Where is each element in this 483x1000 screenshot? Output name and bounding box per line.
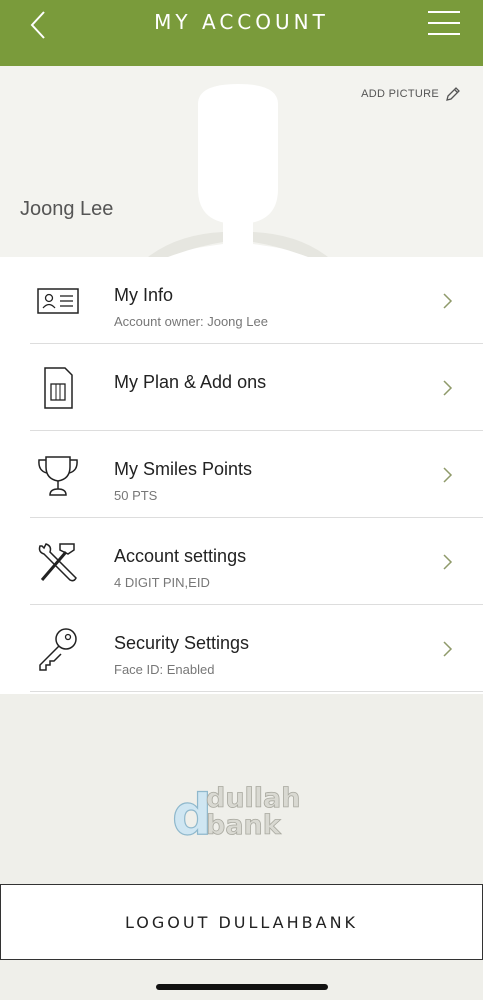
key-icon — [39, 628, 77, 671]
chevron-right-icon — [443, 641, 453, 657]
menu-item-label: My Smiles Points — [114, 459, 253, 479]
chevron-right-icon — [443, 293, 453, 309]
add-picture-label: ADD PICTURE — [361, 88, 439, 100]
profile-header: Joong Lee ADD PICTURE — [0, 66, 483, 257]
menu-item-security-settings[interactable]: Security Settings Face ID: Enabled — [0, 605, 483, 692]
menu-item-label: Account settings — [114, 546, 247, 566]
menu-item-subtitle: 4 DIGIT PIN,EID — [114, 575, 210, 590]
menu-item-subtitle: Face ID: Enabled — [114, 662, 215, 677]
menu-item-label: My Plan & Add ons — [114, 372, 267, 392]
chevron-right-icon — [443, 554, 453, 570]
tools-icon — [38, 543, 77, 582]
menu-item-subtitle: 50 PTS — [114, 488, 158, 503]
page-title: MY ACCOUNT — [154, 10, 329, 34]
menu-item-my-plan[interactable]: My Plan & Add ons — [0, 344, 483, 431]
watermark-line2: bank — [206, 810, 282, 840]
home-indicator — [156, 984, 328, 990]
menu-item-my-info[interactable]: My Info Account owner: Joong Lee — [0, 257, 483, 344]
menu-item-label: Security Settings — [114, 633, 250, 653]
logout-button[interactable]: LOGOUT DULLAHBANK — [0, 884, 483, 960]
trophy-icon — [38, 456, 78, 496]
avatar-placeholder[interactable] — [138, 84, 338, 257]
logout-label: LOGOUT DULLAHBANK — [124, 913, 359, 932]
account-menu-list: My Info Account owner: Joong Lee My Plan… — [0, 257, 483, 694]
pencil-icon — [446, 87, 460, 101]
menu-item-label: My Info — [114, 285, 174, 305]
dullahbank-watermark-logo: d dullah bank — [171, 782, 300, 840]
menu-item-smiles-points[interactable]: My Smiles Points 50 PTS — [0, 431, 483, 518]
app-header: MY ACCOUNT — [0, 0, 483, 66]
profile-name: Joong Lee — [20, 198, 114, 220]
chevron-right-icon — [443, 380, 453, 396]
chevron-right-icon — [443, 467, 453, 483]
menu-item-subtitle: Account owner: Joong Lee — [114, 314, 268, 329]
divider — [30, 691, 483, 692]
menu-item-account-settings[interactable]: Account settings 4 DIGIT PIN,EID — [0, 518, 483, 605]
hamburger-menu-icon[interactable] — [428, 10, 460, 36]
add-picture-button[interactable]: ADD PICTURE — [361, 86, 461, 102]
sim-card-icon — [44, 367, 73, 409]
id-card-icon — [37, 288, 79, 314]
